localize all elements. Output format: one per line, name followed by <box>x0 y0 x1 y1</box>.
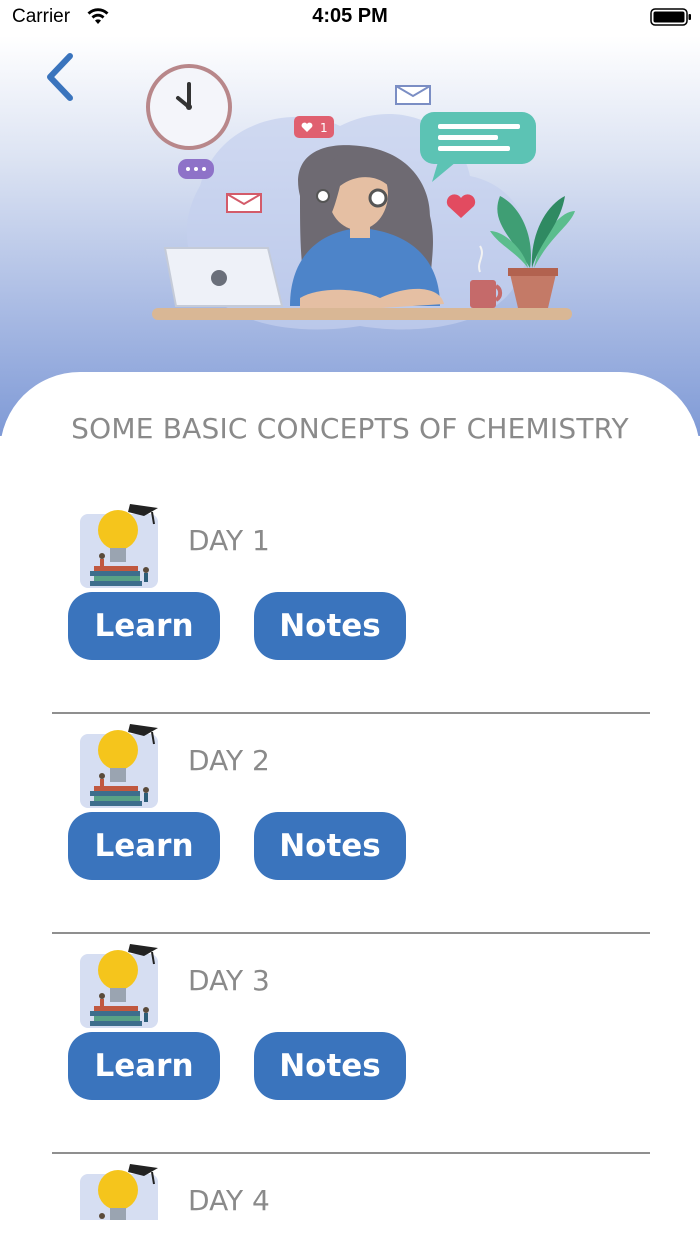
day-item: DAY 2 Learn Notes <box>52 714 650 934</box>
laptop-icon <box>163 247 284 307</box>
day-item: DAY 1 Learn Notes <box>52 494 650 714</box>
notes-button[interactable]: Notes <box>254 592 406 660</box>
day-label: DAY 4 <box>188 1184 270 1217</box>
learn-button[interactable]: Learn <box>68 592 220 660</box>
lightbulb-icon <box>80 724 158 808</box>
status-bar: Carrier 4:05 PM <box>0 0 700 36</box>
message-bubble-icon <box>420 112 536 182</box>
clock-icon <box>146 64 232 150</box>
day-label: DAY 2 <box>188 744 270 777</box>
like-notification-icon: 1 <box>294 116 334 138</box>
mail-icon <box>226 193 262 213</box>
learn-button[interactable]: Learn <box>68 1032 220 1100</box>
day-item: DAY 3 Learn Notes <box>52 934 650 1154</box>
chat-bubble-icon <box>178 159 214 179</box>
day-label: DAY 3 <box>188 964 270 997</box>
learn-button[interactable]: Learn <box>68 812 220 880</box>
day-label: DAY 1 <box>188 524 270 557</box>
notes-button[interactable]: Notes <box>254 812 406 880</box>
notes-button[interactable]: Notes <box>254 1032 406 1100</box>
battery-icon <box>650 8 691 26</box>
chevron-left-icon <box>47 53 73 101</box>
content-card: SOME BASIC CONCEPTS OF CHEMISTRY DAY 1 L… <box>0 372 700 1244</box>
lightbulb-icon <box>80 944 158 1028</box>
mail-icon <box>395 85 431 105</box>
chapter-title: SOME BASIC CONCEPTS OF CHEMISTRY <box>71 412 629 445</box>
lightbulb-icon <box>80 504 158 588</box>
back-button[interactable] <box>40 50 84 106</box>
svg-text:1: 1 <box>320 121 328 135</box>
day-item: DAY 4 <box>52 1154 650 1220</box>
lightbulb-icon <box>80 1164 158 1220</box>
status-time: 4:05 PM <box>312 5 388 27</box>
